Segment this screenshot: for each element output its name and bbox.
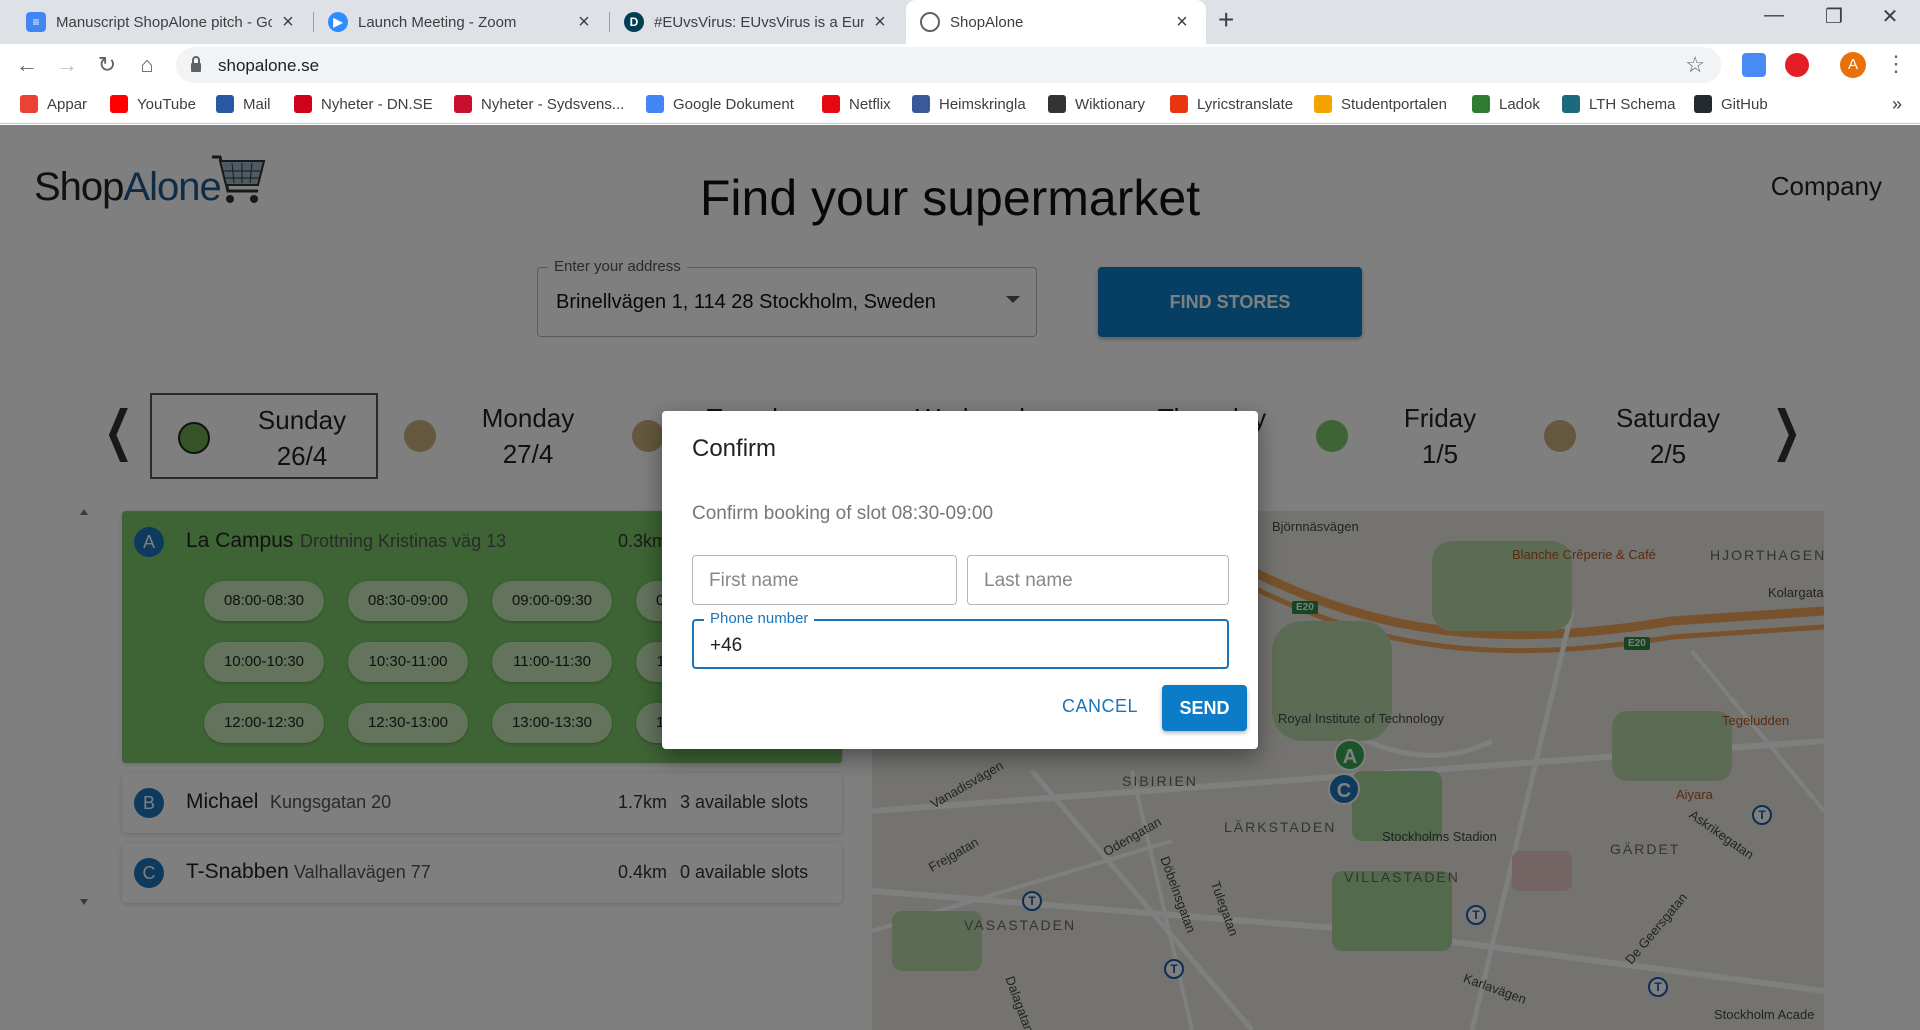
- tab-title: Manuscript ShopAlone pitch - Go: [56, 13, 272, 31]
- phone-number-label: Phone number: [704, 610, 815, 627]
- close-icon[interactable]: ×: [1172, 11, 1192, 34]
- bookmark-label: Ladok: [1499, 95, 1540, 113]
- new-tab-button[interactable]: +: [1218, 4, 1234, 36]
- zoom-icon: ▶: [328, 12, 348, 32]
- bookmark-icon: [294, 95, 312, 113]
- forward-icon[interactable]: →: [52, 50, 82, 80]
- send-button[interactable]: SEND: [1162, 685, 1247, 731]
- tab-title: Launch Meeting - Zoom: [358, 13, 517, 31]
- bookmark-icon: [822, 95, 840, 113]
- lock-icon: [191, 56, 201, 72]
- url-text: shopalone.se: [218, 56, 320, 75]
- browser-toolbar: ← → ↻ ⌂ shopalone.se ☆ A ⋮: [0, 44, 1920, 86]
- browser-tab-bar: ≡ Manuscript ShopAlone pitch - Go × ▶ La…: [0, 0, 1920, 44]
- bookmark-item[interactable]: Netflix: [822, 95, 891, 113]
- address-bar[interactable]: shopalone.se ☆: [176, 47, 1721, 83]
- bookmark-label: Mail: [243, 95, 271, 113]
- bookmark-label: Wiktionary: [1075, 95, 1146, 113]
- browser-tab-active[interactable]: ShopAlone ×: [906, 0, 1206, 44]
- home-icon[interactable]: ⌂: [132, 50, 162, 80]
- bookmark-icon: [1314, 95, 1332, 113]
- bookmark-item[interactable]: Nyheter - DN.SE: [294, 95, 433, 113]
- first-name-field[interactable]: [692, 555, 957, 605]
- first-name-input[interactable]: [709, 568, 940, 594]
- browser-tab[interactable]: D #EUvsVirus: EUvsVirus is a Europ ×: [610, 0, 904, 44]
- cancel-button[interactable]: CANCEL: [1062, 696, 1138, 717]
- bookmark-icon: [1694, 95, 1712, 113]
- bookmark-icon: [110, 95, 128, 113]
- bookmark-label: Nyheter - Sydsvens...: [481, 95, 625, 113]
- back-icon[interactable]: ←: [12, 50, 42, 80]
- tab-title: ShopAlone: [950, 13, 1024, 31]
- bookmark-label: Lyricstranslate: [1197, 95, 1294, 113]
- dialog-message: Confirm booking of slot 08:30-09:00: [692, 503, 994, 524]
- bookmark-star-icon[interactable]: ☆: [1685, 52, 1705, 78]
- more-bookmarks-icon[interactable]: »: [1892, 94, 1902, 115]
- bookmark-icon: [1048, 95, 1066, 113]
- bookmark-item[interactable]: Google Dokument: [646, 95, 794, 113]
- bookmark-icon: [20, 95, 38, 113]
- google-docs-icon: ≡: [26, 12, 46, 32]
- bookmark-item[interactable]: Nyheter - Sydsvens...: [454, 95, 624, 113]
- bookmark-item[interactable]: GitHub: [1694, 95, 1768, 113]
- last-name-input[interactable]: [984, 568, 1212, 594]
- bookmark-label: GitHub: [1721, 95, 1768, 113]
- extension-icon[interactable]: [1742, 53, 1766, 77]
- tab-title: #EUvsVirus: EUvsVirus is a Europ: [654, 13, 864, 31]
- profile-avatar[interactable]: A: [1840, 52, 1866, 78]
- browser-tab[interactable]: ≡ Manuscript ShopAlone pitch - Go ×: [12, 0, 312, 44]
- bookmark-icon: [1472, 95, 1490, 113]
- phone-number-field[interactable]: Phone number: [692, 610, 1229, 669]
- confirm-dialog: Confirm Confirm booking of slot 08:30-09…: [662, 411, 1258, 749]
- bookmark-item[interactable]: YouTube: [110, 95, 196, 113]
- shopalone-page: ShopAlone Find your supermarket Company …: [0, 125, 1920, 1030]
- bookmark-label: Google Dokument: [673, 95, 794, 113]
- bookmark-item[interactable]: Appar: [20, 95, 87, 113]
- phone-number-input[interactable]: [710, 633, 1211, 659]
- bookmark-icon: [1170, 95, 1188, 113]
- browser-menu-icon[interactable]: ⋮: [1885, 51, 1907, 77]
- globe-icon: [920, 12, 940, 32]
- bookmark-item[interactable]: LTH Schema: [1562, 95, 1675, 113]
- last-name-field[interactable]: [967, 555, 1229, 605]
- bookmark-item[interactable]: Ladok: [1472, 95, 1540, 113]
- devpost-icon: D: [624, 12, 644, 32]
- bookmark-label: Heimskringla: [939, 95, 1026, 113]
- bookmarks-bar: Appar YouTube Mail Nyheter - DN.SE Nyheter -…: [0, 86, 1920, 124]
- bookmark-label: YouTube: [137, 95, 196, 113]
- bookmark-label: Appar: [47, 95, 88, 113]
- bookmark-item[interactable]: Wiktionary: [1048, 95, 1145, 113]
- bookmark-label: LTH Schema: [1589, 95, 1676, 113]
- bookmark-icon: [216, 95, 234, 113]
- bookmark-icon: [646, 95, 664, 113]
- bookmark-icon: [1562, 95, 1580, 113]
- bookmark-label: Nyheter - DN.SE: [321, 95, 433, 113]
- close-icon[interactable]: ×: [870, 11, 890, 34]
- browser-tab[interactable]: ▶ Launch Meeting - Zoom ×: [314, 0, 608, 44]
- window-close-icon[interactable]: ✕: [1870, 4, 1910, 29]
- bookmark-item[interactable]: Studentportalen: [1314, 95, 1447, 113]
- maximize-icon[interactable]: ❐: [1814, 4, 1854, 29]
- minimize-icon[interactable]: —: [1754, 4, 1794, 27]
- bookmark-icon: [454, 95, 472, 113]
- bookmark-item[interactable]: Lyricstranslate: [1170, 95, 1293, 113]
- dialog-title: Confirm: [692, 435, 777, 462]
- close-icon[interactable]: ×: [278, 11, 298, 34]
- adblock-icon[interactable]: [1785, 53, 1809, 77]
- close-icon[interactable]: ×: [574, 11, 594, 34]
- bookmark-label: Netflix: [849, 95, 891, 113]
- bookmark-item[interactable]: Heimskringla: [912, 95, 1026, 113]
- reload-icon[interactable]: ↻: [92, 50, 122, 80]
- bookmark-label: Studentportalen: [1341, 95, 1447, 113]
- bookmark-item[interactable]: Mail: [216, 95, 271, 113]
- bookmark-icon: [912, 95, 930, 113]
